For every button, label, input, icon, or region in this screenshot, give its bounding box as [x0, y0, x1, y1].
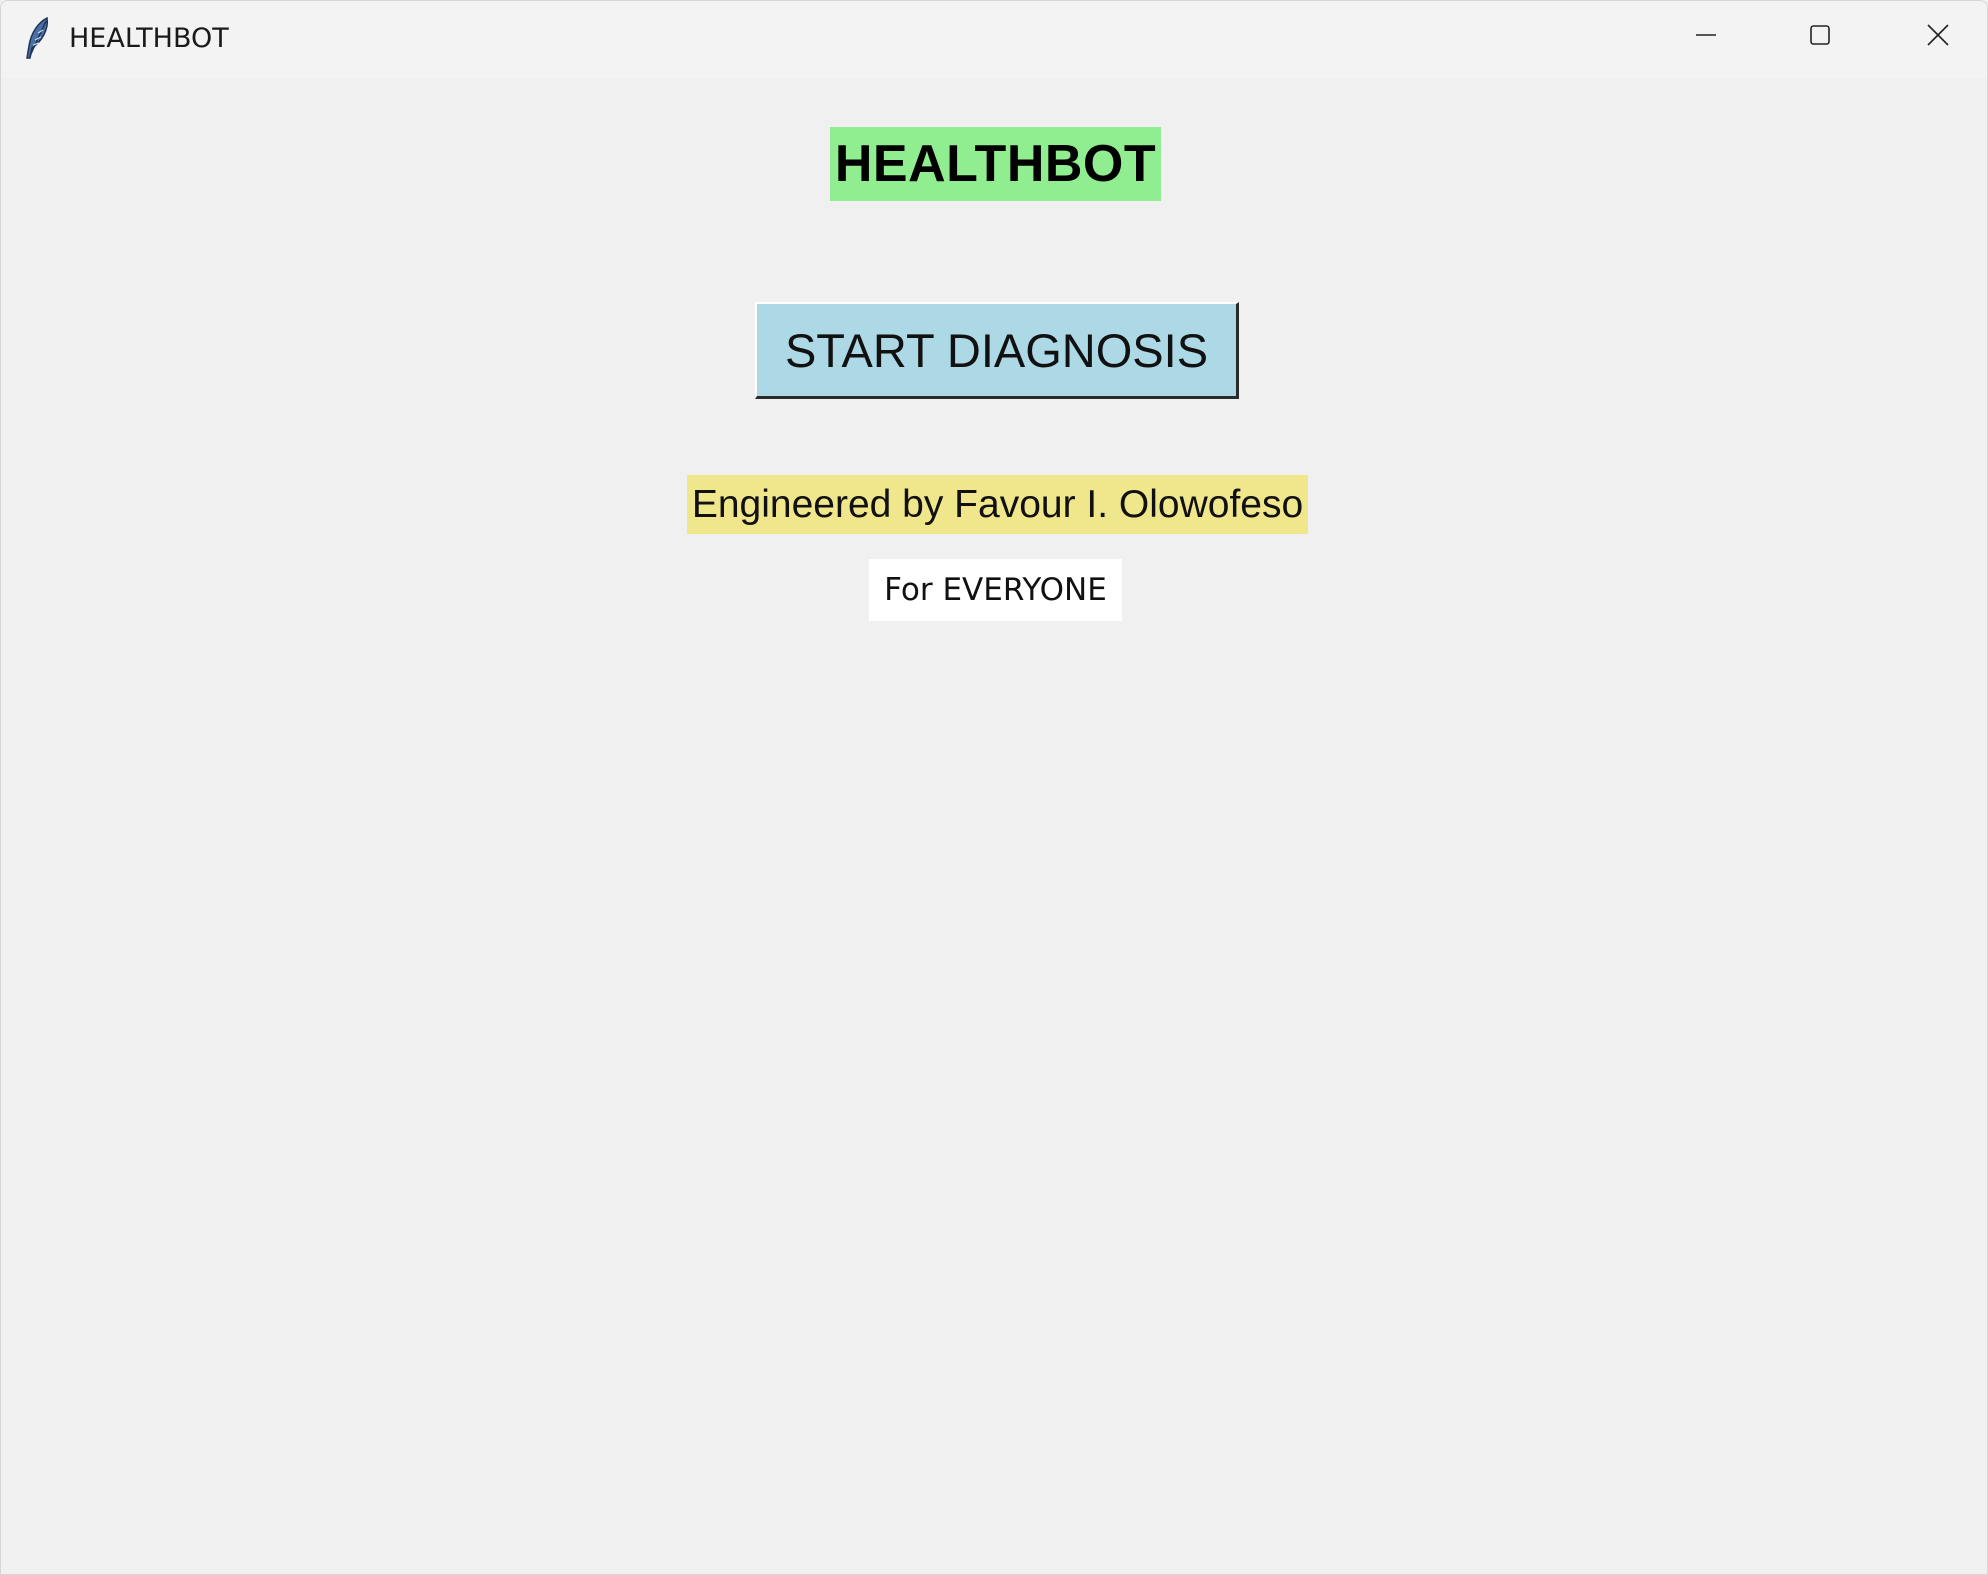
main-content: HEALTHBOT START DIAGNOSIS Engineered by … — [1, 78, 1987, 1574]
maximize-icon — [1808, 23, 1832, 52]
feather-icon — [21, 16, 53, 60]
audience-label: For EVERYONE — [869, 559, 1122, 621]
minimize-button[interactable] — [1649, 1, 1763, 73]
close-button[interactable] — [1881, 1, 1987, 73]
credit-label: Engineered by Favour I. Olowofeso — [687, 475, 1308, 534]
window-title: HEALTHBOT — [69, 23, 229, 54]
app-heading: HEALTHBOT — [830, 127, 1161, 201]
close-icon — [1926, 23, 1950, 52]
title-bar[interactable]: HEALTHBOT — [1, 1, 1987, 78]
start-diagnosis-button[interactable]: START DIAGNOSIS — [755, 302, 1239, 399]
maximize-button[interactable] — [1763, 1, 1877, 73]
minimize-icon — [1694, 23, 1718, 52]
app-window: HEALTHBOT HEALTHBOT START DIAGNOSIS Engi… — [0, 0, 1988, 1575]
